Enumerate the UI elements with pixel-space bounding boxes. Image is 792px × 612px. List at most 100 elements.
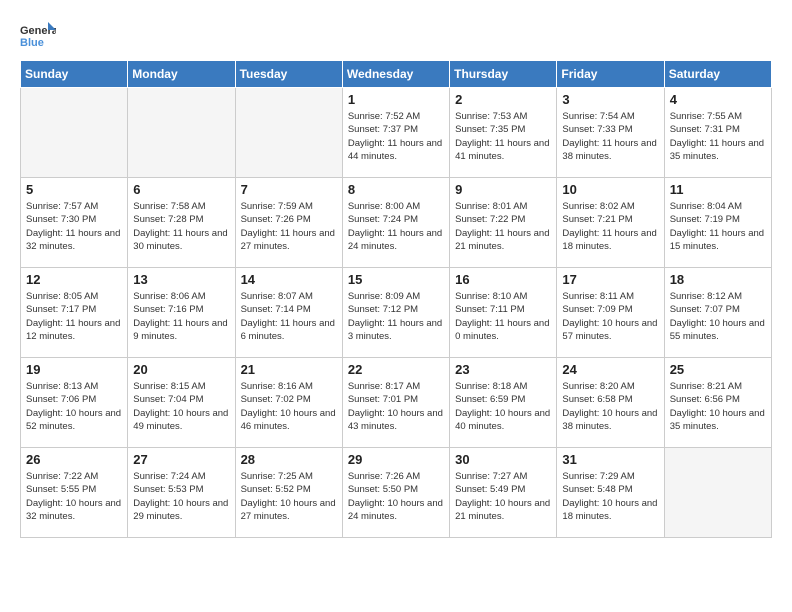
day-number: 27 [133, 452, 229, 467]
calendar-cell: 25Sunrise: 8:21 AMSunset: 6:56 PMDayligh… [664, 358, 771, 448]
day-header-monday: Monday [128, 61, 235, 88]
day-info: Sunrise: 8:06 AMSunset: 7:16 PMDaylight:… [133, 290, 229, 343]
day-number: 22 [348, 362, 444, 377]
day-number: 24 [562, 362, 658, 377]
calendar-cell: 10Sunrise: 8:02 AMSunset: 7:21 PMDayligh… [557, 178, 664, 268]
calendar-cell: 5 Sunrise: 7:57 AMSunset: 7:30 PMDaylight… [21, 178, 128, 268]
day-header-sunday: Sunday [21, 61, 128, 88]
calendar-cell [21, 88, 128, 178]
day-number: 10 [562, 182, 658, 197]
calendar-cell [128, 88, 235, 178]
calendar-cell: 20 Sunrise: 8:15 AMSunset: 7:04 PMDayligh… [128, 358, 235, 448]
calendar-cell: 13 Sunrise: 8:06 AMSunset: 7:16 PMDayligh… [128, 268, 235, 358]
day-info: Sunrise: 8:11 AMSunset: 7:09 PMDaylight:… [562, 290, 658, 343]
calendar-cell: 19 Sunrise: 8:13 AMSunset: 7:06 PMDayligh… [21, 358, 128, 448]
day-header-thursday: Thursday [450, 61, 557, 88]
day-header-wednesday: Wednesday [342, 61, 449, 88]
calendar-cell [664, 448, 771, 538]
day-info: Sunrise: 7:53 AMSunset: 7:35 PMDaylight:… [455, 110, 551, 163]
day-info: Sunrise: 7:59 AMSunset: 7:26 PMDaylight:… [241, 200, 337, 253]
calendar-cell: 21 Sunrise: 8:16 AMSunset: 7:02 PMDayligh… [235, 358, 342, 448]
day-info: Sunrise: 8:00 AMSunset: 7:24 PMDaylight:… [348, 200, 444, 253]
calendar-cell: 14Sunrise: 8:07 AMSunset: 7:14 PMDayligh… [235, 268, 342, 358]
day-info: Sunrise: 8:16 AMSunset: 7:02 PMDaylight:… [241, 380, 337, 433]
calendar-cell: 17 Sunrise: 8:11 AMSunset: 7:09 PMDayligh… [557, 268, 664, 358]
day-header-tuesday: Tuesday [235, 61, 342, 88]
calendar-cell: 3 Sunrise: 7:54 AMSunset: 7:33 PMDaylight… [557, 88, 664, 178]
day-info: Sunrise: 7:52 AMSunset: 7:37 PMDaylight:… [348, 110, 444, 163]
calendar-cell: 27 Sunrise: 7:24 AMSunset: 5:53 PMDayligh… [128, 448, 235, 538]
calendar-cell: 15 Sunrise: 8:09 AMSunset: 7:12 PMDayligh… [342, 268, 449, 358]
calendar-cell: 22 Sunrise: 8:17 AMSunset: 7:01 PMDayligh… [342, 358, 449, 448]
calendar-week-row: 12Sunrise: 8:05 AMSunset: 7:17 PMDayligh… [21, 268, 772, 358]
day-number: 6 [133, 182, 229, 197]
day-number: 3 [562, 92, 658, 107]
day-info: Sunrise: 8:13 AMSunset: 7:06 PMDaylight:… [26, 380, 122, 433]
day-number: 19 [26, 362, 122, 377]
day-number: 31 [562, 452, 658, 467]
day-number: 13 [133, 272, 229, 287]
calendar-cell: 8 Sunrise: 8:00 AMSunset: 7:24 PMDaylight… [342, 178, 449, 268]
day-number: 7 [241, 182, 337, 197]
day-number: 5 [26, 182, 122, 197]
calendar-cell: 2 Sunrise: 7:53 AMSunset: 7:35 PMDaylight… [450, 88, 557, 178]
calendar-cell: 16 Sunrise: 8:10 AMSunset: 7:11 PMDayligh… [450, 268, 557, 358]
day-info: Sunrise: 8:09 AMSunset: 7:12 PMDaylight:… [348, 290, 444, 343]
svg-text:Blue: Blue [20, 37, 44, 49]
day-info: Sunrise: 7:27 AMSunset: 5:49 PMDaylight:… [455, 470, 551, 523]
day-info: Sunrise: 7:55 AMSunset: 7:31 PMDaylight:… [670, 110, 766, 163]
calendar-cell: 11Sunrise: 8:04 AMSunset: 7:19 PMDayligh… [664, 178, 771, 268]
logo: General Blue [20, 20, 56, 50]
day-number: 18 [670, 272, 766, 287]
logo-icon: General Blue [20, 20, 56, 50]
day-info: Sunrise: 8:05 AMSunset: 7:17 PMDaylight:… [26, 290, 122, 343]
calendar-table: SundayMondayTuesdayWednesdayThursdayFrid… [20, 60, 772, 538]
day-number: 30 [455, 452, 551, 467]
day-info: Sunrise: 7:24 AMSunset: 5:53 PMDaylight:… [133, 470, 229, 523]
day-number: 16 [455, 272, 551, 287]
day-number: 17 [562, 272, 658, 287]
day-info: Sunrise: 7:29 AMSunset: 5:48 PMDaylight:… [562, 470, 658, 523]
day-info: Sunrise: 7:58 AMSunset: 7:28 PMDaylight:… [133, 200, 229, 253]
calendar-cell: 12Sunrise: 8:05 AMSunset: 7:17 PMDayligh… [21, 268, 128, 358]
day-header-saturday: Saturday [664, 61, 771, 88]
calendar-cell: 7 Sunrise: 7:59 AMSunset: 7:26 PMDaylight… [235, 178, 342, 268]
day-number: 15 [348, 272, 444, 287]
day-info: Sunrise: 8:21 AMSunset: 6:56 PMDaylight:… [670, 380, 766, 433]
calendar-cell: 1Sunrise: 7:52 AMSunset: 7:37 PMDaylight… [342, 88, 449, 178]
calendar-cell: 31 Sunrise: 7:29 AMSunset: 5:48 PMDayligh… [557, 448, 664, 538]
day-info: Sunrise: 7:22 AMSunset: 5:55 PMDaylight:… [26, 470, 122, 523]
calendar-cell: 30 Sunrise: 7:27 AMSunset: 5:49 PMDayligh… [450, 448, 557, 538]
day-number: 2 [455, 92, 551, 107]
day-info: Sunrise: 7:57 AMSunset: 7:30 PMDaylight:… [26, 200, 122, 253]
day-info: Sunrise: 8:12 AMSunset: 7:07 PMDaylight:… [670, 290, 766, 343]
day-number: 20 [133, 362, 229, 377]
day-number: 21 [241, 362, 337, 377]
day-number: 29 [348, 452, 444, 467]
day-number: 23 [455, 362, 551, 377]
calendar-week-row: 26 Sunrise: 7:22 AMSunset: 5:55 PMDayligh… [21, 448, 772, 538]
calendar-cell: 28 Sunrise: 7:25 AMSunset: 5:52 PMDayligh… [235, 448, 342, 538]
day-number: 26 [26, 452, 122, 467]
day-info: Sunrise: 8:01 AMSunset: 7:22 PMDaylight:… [455, 200, 551, 253]
calendar-week-row: 5 Sunrise: 7:57 AMSunset: 7:30 PMDaylight… [21, 178, 772, 268]
day-number: 8 [348, 182, 444, 197]
day-info: Sunrise: 8:04 AMSunset: 7:19 PMDaylight:… [670, 200, 766, 253]
day-info: Sunrise: 8:18 AMSunset: 6:59 PMDaylight:… [455, 380, 551, 433]
day-info: Sunrise: 7:54 AMSunset: 7:33 PMDaylight:… [562, 110, 658, 163]
day-info: Sunrise: 7:25 AMSunset: 5:52 PMDaylight:… [241, 470, 337, 523]
day-number: 4 [670, 92, 766, 107]
day-info: Sunrise: 8:15 AMSunset: 7:04 PMDaylight:… [133, 380, 229, 433]
calendar-cell: 9Sunrise: 8:01 AMSunset: 7:22 PMDaylight… [450, 178, 557, 268]
calendar-week-row: 1Sunrise: 7:52 AMSunset: 7:37 PMDaylight… [21, 88, 772, 178]
day-info: Sunrise: 8:20 AMSunset: 6:58 PMDaylight:… [562, 380, 658, 433]
calendar-cell: 24 Sunrise: 8:20 AMSunset: 6:58 PMDayligh… [557, 358, 664, 448]
calendar-cell: 29Sunrise: 7:26 AMSunset: 5:50 PMDayligh… [342, 448, 449, 538]
page-header: General Blue [20, 20, 772, 50]
day-number: 28 [241, 452, 337, 467]
day-header-friday: Friday [557, 61, 664, 88]
day-info: Sunrise: 8:17 AMSunset: 7:01 PMDaylight:… [348, 380, 444, 433]
day-info: Sunrise: 8:10 AMSunset: 7:11 PMDaylight:… [455, 290, 551, 343]
calendar-cell: 18 Sunrise: 8:12 AMSunset: 7:07 PMDayligh… [664, 268, 771, 358]
day-info: Sunrise: 8:07 AMSunset: 7:14 PMDaylight:… [241, 290, 337, 343]
